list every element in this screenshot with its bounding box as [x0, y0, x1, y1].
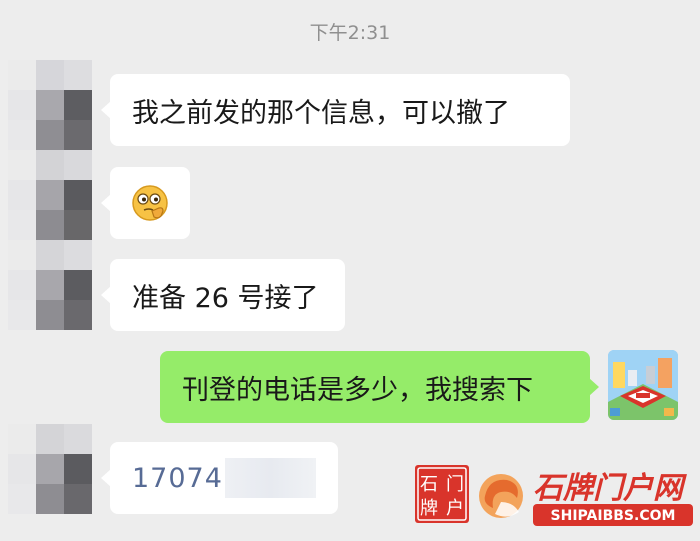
message-text: 刊登的电话是多少，我搜索下	[182, 374, 533, 406]
svg-text:门: 门	[446, 474, 464, 495]
svg-text:石牌门户网: 石牌门户网	[533, 471, 687, 506]
message-text: 我之前发的那个信息，可以撤了	[132, 97, 510, 129]
outgoing-message[interactable]: 刊登的电话是多少，我搜索下	[160, 351, 599, 423]
contact-avatar[interactable]	[8, 150, 92, 240]
city-illustration-icon	[608, 350, 678, 420]
contact-avatar[interactable]	[8, 424, 92, 514]
incoming-emoji-message[interactable]	[101, 167, 190, 239]
svg-text:牌: 牌	[420, 498, 438, 519]
my-avatar[interactable]	[608, 350, 678, 420]
message-text: 准备 26 号接了	[132, 282, 319, 314]
chat-timestamp: 下午2:31	[309, 22, 391, 44]
redacted-digits	[224, 458, 316, 498]
contact-avatar[interactable]	[8, 240, 92, 330]
phone-number-link[interactable]: 17074	[132, 463, 223, 494]
incoming-message[interactable]: 我之前发的那个信息，可以撤了	[101, 74, 570, 146]
incoming-message[interactable]: 准备 26 号接了	[101, 259, 345, 331]
incoming-phone-message[interactable]: 17074	[101, 442, 338, 514]
shipai-watermark-logo: 石 门 牌 户 石牌门户网 SHIPAIBBS.COM	[415, 462, 700, 532]
svg-text:户: 户	[446, 498, 464, 519]
svg-text:SHIPAIBBS.COM: SHIPAIBBS.COM	[551, 508, 676, 524]
svg-text:石: 石	[420, 474, 438, 495]
contact-avatar[interactable]	[8, 60, 92, 150]
thinking-face-emoji	[132, 185, 168, 221]
